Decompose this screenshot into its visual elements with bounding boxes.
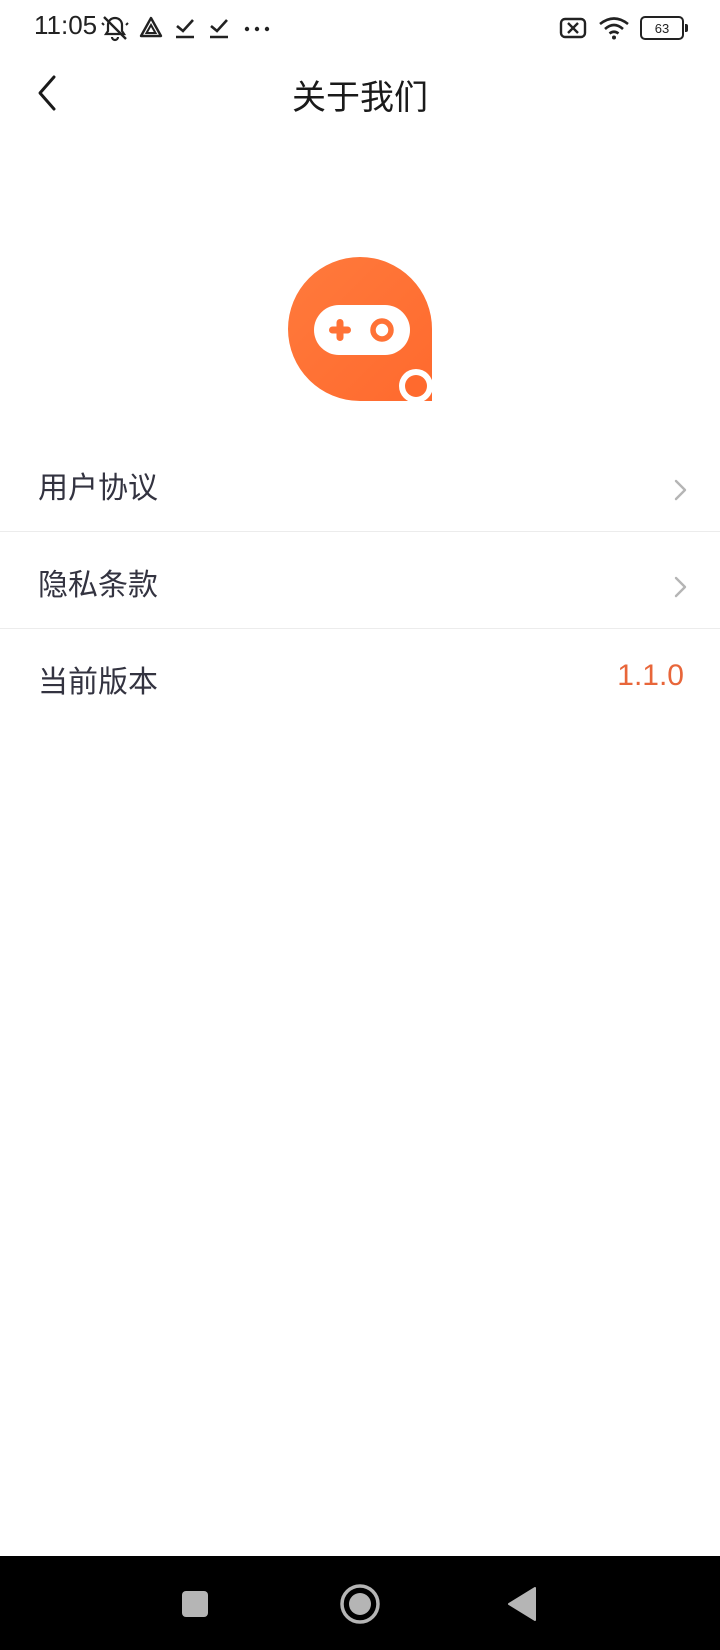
privacy-policy-row[interactable]: 隐私条款 — [0, 532, 720, 629]
home-button[interactable] — [334, 1578, 386, 1630]
battery-level: 63 — [654, 20, 670, 36]
row-label: 隐私条款 — [38, 568, 158, 603]
chevron-right-icon — [674, 576, 687, 598]
settings-list: 用户协议 隐私条款 当前版本 1.1.0 — [0, 435, 720, 725]
system-nav-bar — [0, 1556, 720, 1650]
version-value: 1.1.0 — [617, 659, 684, 692]
back-triangle-icon — [508, 1587, 536, 1621]
gamepad-chat-logo — [288, 257, 433, 403]
more-dots-icon — [244, 26, 270, 32]
status-bar: 11:05 63 — [0, 0, 720, 56]
page-title: 关于我们 — [292, 78, 428, 118]
sim-off-icon — [559, 17, 587, 39]
drive-icon — [139, 16, 163, 38]
about-us-screen: 11:05 63 关于我们 用户协议 隐私条款 当前版本 1.1.0 — [0, 0, 720, 1650]
header: 关于我们 — [0, 56, 720, 132]
chevron-right-icon — [674, 479, 687, 501]
row-label: 用户协议 — [38, 471, 158, 506]
status-left-icons — [100, 12, 274, 44]
wifi-icon — [599, 17, 629, 40]
back-nav-button[interactable] — [496, 1578, 548, 1630]
row-label: 当前版本 — [38, 665, 158, 700]
current-version-row: 当前版本 1.1.0 — [0, 629, 720, 725]
status-time: 11:05 — [34, 10, 98, 40]
mute-icon — [101, 16, 129, 42]
recent-apps-icon — [182, 1591, 208, 1617]
download-done-icon — [176, 19, 194, 39]
battery-icon: 63 — [640, 16, 688, 40]
recent-apps-button[interactable] — [169, 1578, 221, 1630]
download-done-icon — [210, 19, 228, 39]
status-right-icons: 63 — [558, 12, 688, 44]
user-agreement-row[interactable]: 用户协议 — [0, 435, 720, 532]
home-icon — [340, 1584, 380, 1624]
app-logo — [287, 255, 437, 405]
